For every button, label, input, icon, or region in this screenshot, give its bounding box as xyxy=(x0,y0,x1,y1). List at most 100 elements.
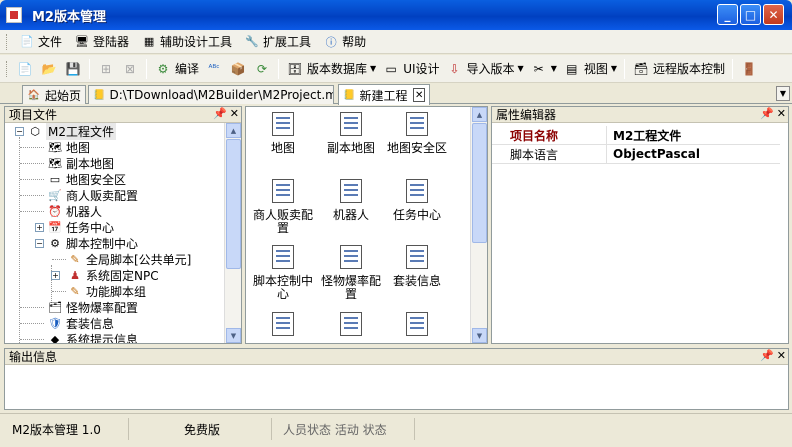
tab-close-icon[interactable]: ✕ xyxy=(413,88,425,102)
scroll-up-icon[interactable]: ▲ xyxy=(226,123,241,138)
grid-item-instance-map[interactable]: 副本地图 xyxy=(318,112,384,155)
tree-node-instance-map[interactable]: 🗺 副本地图 xyxy=(47,155,114,171)
compile-button[interactable]: ⚙ 编译 xyxy=(151,57,202,81)
chevron-down-icon: ▼ xyxy=(517,64,524,73)
expander-collapse[interactable]: − xyxy=(15,127,24,136)
ui-design-button[interactable]: ▭ UI设计 xyxy=(379,57,442,81)
status-product: M2版本管理 1.0 xyxy=(4,418,129,440)
refresh-icon: ⟳ xyxy=(256,61,268,76)
tree-node-safe-zone[interactable]: ▭ 地图安全区 xyxy=(47,171,126,187)
menu-extensions[interactable]: 🔧 扩展工具 xyxy=(238,31,317,53)
tree-node-script-group[interactable]: ✎ 功能脚本组 xyxy=(67,283,146,299)
task-icon: 📅 xyxy=(48,220,62,234)
project-tree-scrollbar[interactable]: ▲ ▼ xyxy=(224,123,241,343)
property-key: 脚本语言 xyxy=(492,145,607,163)
tree-node-script-center[interactable]: ⚙ 脚本控制中心 xyxy=(47,235,138,251)
grid-item-partial[interactable] xyxy=(250,312,316,342)
import-version-button[interactable]: ⇩ 导入版本 ▼ xyxy=(443,57,527,81)
tab-start-page[interactable]: 🏠 起始页 xyxy=(22,85,86,104)
grid-item-suit-info[interactable]: 套装信息 xyxy=(384,245,450,288)
property-value[interactable]: ObjectPascal xyxy=(607,145,700,163)
pin-icon[interactable]: 📌 xyxy=(760,349,774,362)
refresh-button[interactable]: ⟳ xyxy=(250,57,274,81)
toolbar-separator xyxy=(278,58,280,79)
new-button[interactable]: 📄 xyxy=(13,57,37,81)
document-icon xyxy=(406,179,428,203)
close-button[interactable]: ✕ xyxy=(763,4,784,25)
tab-project-file[interactable]: 📒 D:\TDownload\M2Builder\M2Project.m2pro… xyxy=(88,85,334,104)
document-icon xyxy=(340,312,362,336)
maximize-button[interactable]: □ xyxy=(740,4,761,25)
close-icon[interactable]: ✕ xyxy=(230,107,239,120)
remove-item-button[interactable]: ⊠ xyxy=(118,57,142,81)
add-item-button[interactable]: ⊞ xyxy=(94,57,118,81)
spellcheck-icon: ᴬᴮᶜ xyxy=(208,63,220,74)
view-button[interactable]: ▤ 视图 ▼ xyxy=(560,57,620,81)
tree-node-merchant[interactable]: 🛒 商人贩卖配置 xyxy=(47,187,138,203)
app-icon xyxy=(6,7,22,23)
scroll-thumb[interactable] xyxy=(472,123,487,243)
menubar-grip[interactable] xyxy=(6,33,9,50)
scroll-up-icon[interactable]: ▲ xyxy=(472,107,487,122)
grid-item-task-center[interactable]: 任务中心 xyxy=(384,179,450,222)
grid-item-partial[interactable] xyxy=(318,312,384,342)
minimize-button[interactable]: _ xyxy=(717,4,738,25)
expander-expand[interactable]: + xyxy=(35,223,44,232)
save-button[interactable]: 💾 xyxy=(61,57,85,81)
expander-expand[interactable]: + xyxy=(51,271,60,280)
output-content[interactable] xyxy=(5,365,788,407)
output-panel: 输出信息 📌 ✕ xyxy=(4,348,789,410)
property-grid: 项目名称 M2工程文件 脚本语言 ObjectPascal xyxy=(492,123,788,343)
version-db-button[interactable]: 🗄 版本数据库 ▼ xyxy=(283,57,379,81)
tools-button[interactable]: ✂ ▼ xyxy=(527,57,560,81)
safe-zone-icon: ▭ xyxy=(49,172,61,186)
package-button[interactable]: 📦 xyxy=(226,57,250,81)
tree-node-suit-info[interactable]: 🛡 套装信息 xyxy=(47,315,114,331)
property-row[interactable]: 项目名称 M2工程文件 xyxy=(492,126,780,145)
open-button[interactable]: 📂 xyxy=(37,57,61,81)
tree-node-root[interactable]: ⬡ M2工程文件 xyxy=(27,123,116,140)
tree-node-global-script[interactable]: ✎ 全局脚本[公共单元] xyxy=(67,251,191,267)
menu-design-tools[interactable]: ▦ 辅助设计工具 xyxy=(135,31,238,53)
tabs-overflow-button[interactable]: ▼ xyxy=(776,86,790,101)
grid-item-merchant[interactable]: 商人贩卖配置 xyxy=(250,179,316,235)
close-icon[interactable]: ✕ xyxy=(777,349,786,362)
scroll-down-icon[interactable]: ▼ xyxy=(226,328,241,343)
grid-item-map[interactable]: 地图 xyxy=(250,112,316,155)
exit-button[interactable]: 🚪 xyxy=(737,57,761,81)
title-bar[interactable]: M2版本管理 _ □ ✕ xyxy=(0,0,792,30)
spellcheck-button[interactable]: ᴬᴮᶜ xyxy=(202,57,226,81)
pin-icon[interactable]: 📌 xyxy=(760,107,774,120)
grid-item-safe-zone[interactable]: 地图安全区 xyxy=(384,112,450,155)
menu-file[interactable]: 📄 文件 xyxy=(13,31,68,53)
tree-node-robot[interactable]: ⏰ 机器人 xyxy=(47,203,102,219)
document-icon xyxy=(406,112,428,136)
ui-design-icon: ▭ xyxy=(385,61,397,76)
menu-launcher[interactable]: 🖥 登陆器 xyxy=(68,31,135,53)
grid-item-monster-drop[interactable]: 怪物爆率配置 xyxy=(318,245,384,301)
grid-item-partial[interactable] xyxy=(384,312,450,342)
tree-node-system-tip[interactable]: ◆ 系统提示信息 xyxy=(47,331,138,344)
property-row[interactable]: 脚本语言 ObjectPascal xyxy=(492,145,780,164)
menu-help[interactable]: ⓘ 帮助 xyxy=(317,31,372,53)
close-icon[interactable]: ✕ xyxy=(777,107,786,120)
tree-node-monster-drop[interactable]: 🗂 怪物爆率配置 xyxy=(47,299,138,315)
expander-collapse[interactable]: − xyxy=(35,239,44,248)
toolbar-grip[interactable] xyxy=(6,60,9,77)
tree-node-map[interactable]: 🗺 地图 xyxy=(47,139,90,155)
open-folder-icon: 📂 xyxy=(41,61,57,76)
grid-item-script-center[interactable]: 脚本控制中心 xyxy=(250,245,316,301)
scroll-down-icon[interactable]: ▼ xyxy=(472,328,487,343)
scroll-thumb[interactable] xyxy=(226,139,241,269)
grid-item-robot[interactable]: 机器人 xyxy=(318,179,384,222)
tab-new-project[interactable]: 📒 新建工程 ✕ xyxy=(338,84,430,105)
pin-icon[interactable]: 📌 xyxy=(213,107,227,120)
center-scrollbar[interactable]: ▲ ▼ xyxy=(470,107,487,343)
property-value[interactable]: M2工程文件 xyxy=(607,126,681,144)
instance-map-icon: 🗺 xyxy=(48,156,62,170)
tree-node-task-center[interactable]: 📅 任务中心 xyxy=(47,219,114,235)
document-icon xyxy=(272,112,294,136)
remote-control-button[interactable]: 🗃 远程版本控制 xyxy=(629,57,728,81)
tree-node-system-npc[interactable]: ♟ 系统固定NPC xyxy=(67,267,159,283)
properties-panel-header: 属性编辑器 📌 ✕ xyxy=(492,107,788,123)
